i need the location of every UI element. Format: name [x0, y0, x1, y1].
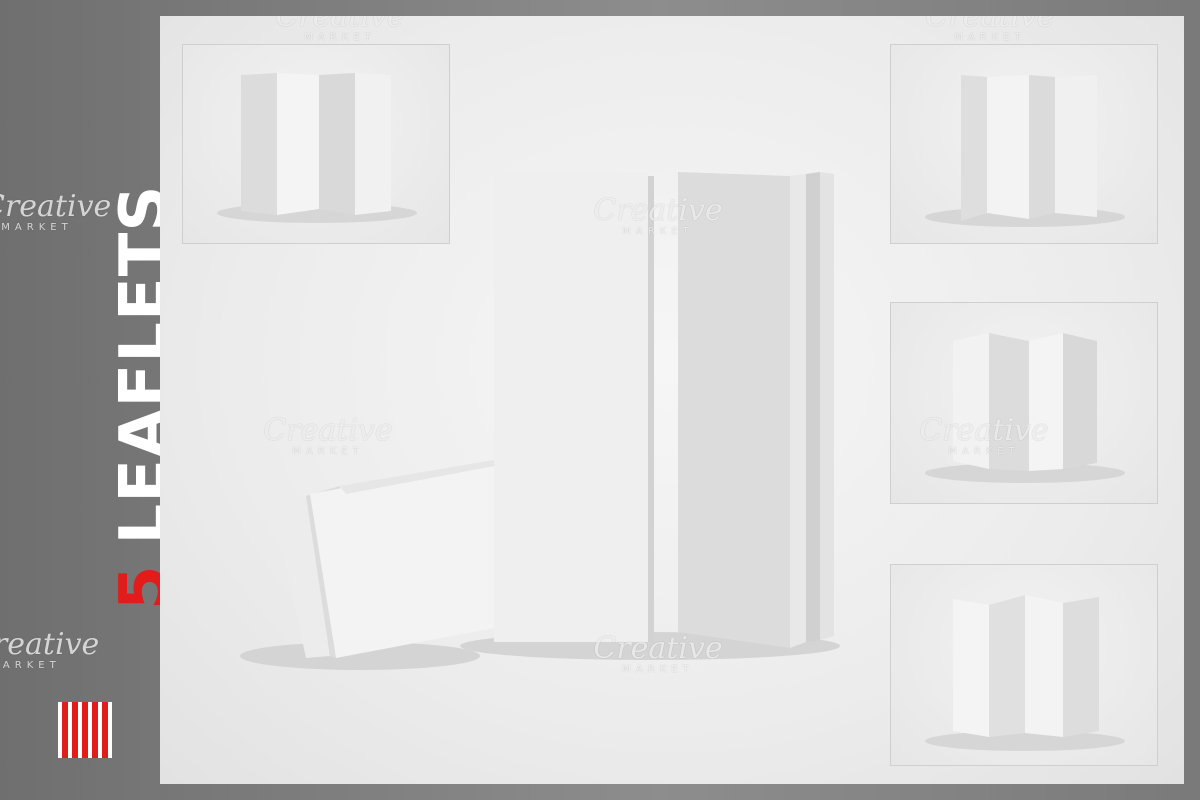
watermark-text: Creative	[0, 189, 112, 224]
side-watermark-top: Creative MARKET	[0, 189, 112, 234]
stripes-icon	[58, 702, 112, 758]
watermark-subtext: MARKET	[1, 222, 73, 233]
main-leaflets-image	[240, 172, 840, 670]
side-banner: 5LEAFLETS Creative MARKET Creative MARKE…	[0, 0, 181, 800]
side-watermark-bottom: Creative MARKET	[0, 627, 100, 672]
mockup-canvas: Creative MARKET Creative MARKET Creative…	[160, 16, 1184, 784]
watermark-text: Creative	[0, 627, 100, 662]
watermark-subtext: MARKET	[0, 660, 61, 671]
